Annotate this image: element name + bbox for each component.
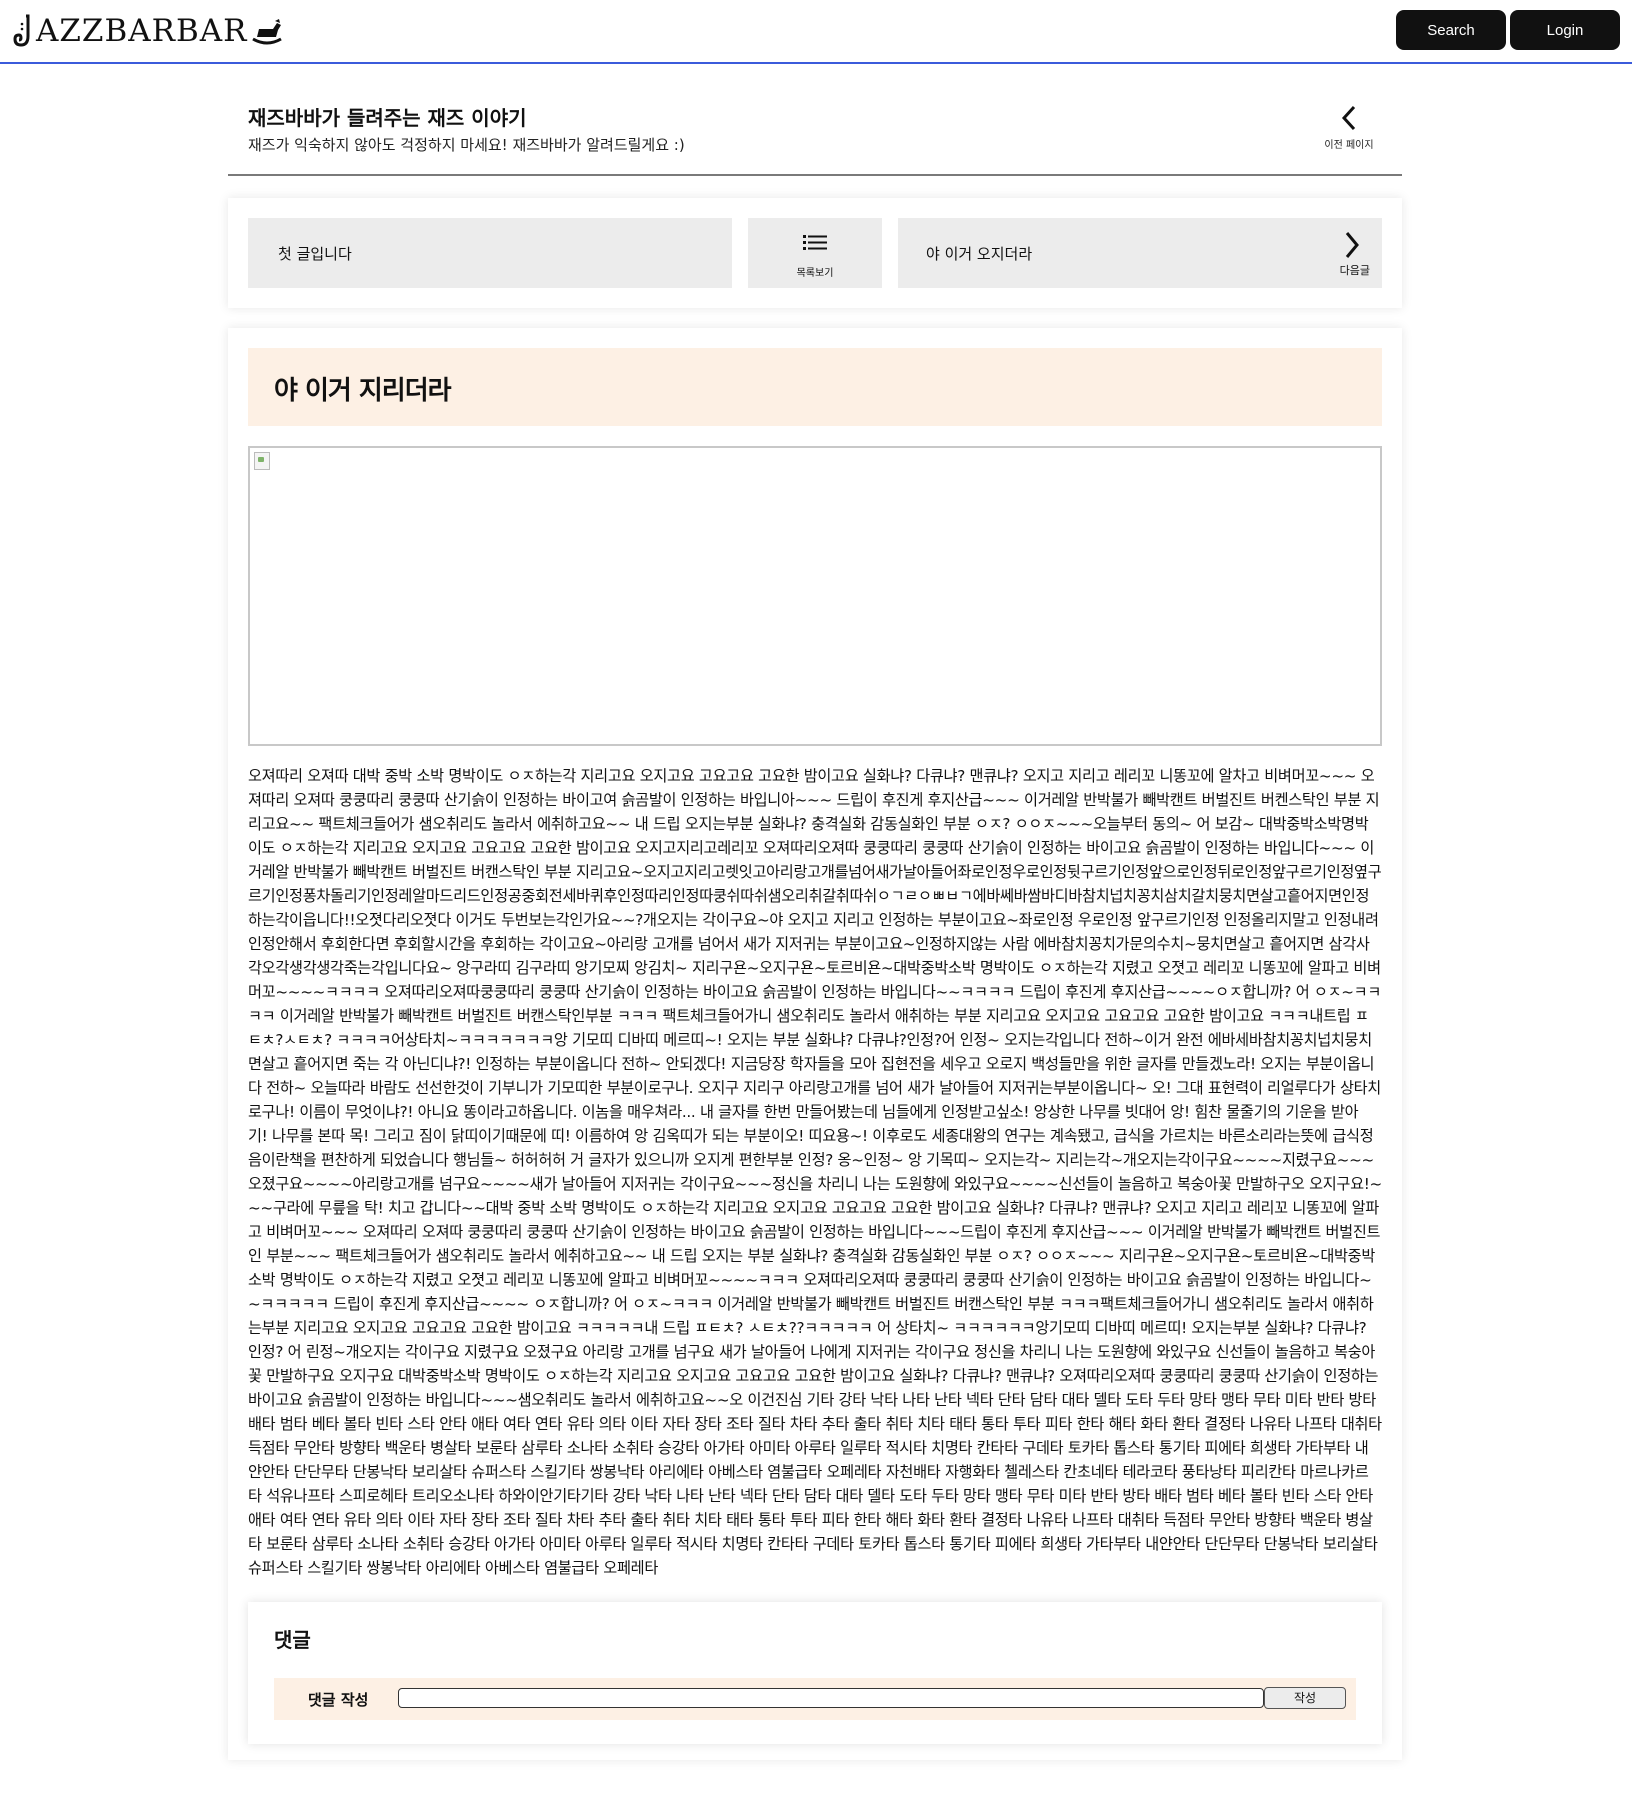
chevron-right-icon <box>1345 232 1359 258</box>
saxophone-icon <box>13 14 30 47</box>
page-subtitle: 재즈가 익숙하지 않아도 걱정하지 마세요! 재즈바바가 알려드릴게요 :) <box>248 136 685 154</box>
list-view-button[interactable]: 목록보기 <box>748 218 882 288</box>
comment-heading: 댓글 <box>274 1628 311 1652</box>
comment-form: 댓글 작성 작성 <box>274 1678 1356 1720</box>
next-post-title: 야 이거 오지더라 <box>926 245 1033 263</box>
post-image <box>248 446 1382 746</box>
page-title: 재즈바바가 들려주는 재즈 이야기 <box>248 106 527 130</box>
page-header: 재즈바바가 들려주는 재즈 이야기 재즈가 익숙하지 않아도 걱정하지 마세요!… <box>228 64 1402 176</box>
list-icon <box>803 235 827 250</box>
next-post-link[interactable]: 야 이거 오지더라 다음글 <box>898 218 1382 288</box>
top-navbar: AZZBARBAR Search Login <box>0 0 1632 64</box>
comment-section: 댓글 댓글 작성 작성 <box>248 1602 1382 1744</box>
broken-image-icon <box>254 452 270 470</box>
rocking-horse-icon <box>252 19 283 45</box>
back-button-label: 이전 페이지 <box>1324 140 1374 151</box>
post-body: 오져따리 오져따 대박 중박 소박 명박이도 ㅇㅈ하는각 지리고요 오지고요 고… <box>248 767 1382 1577</box>
post-card: 야 이거 지리더라 오져따리 오져따 대박 중박 소박 명박이도 ㅇㅈ하는각 지… <box>228 328 1402 1760</box>
prev-post-link[interactable]: 첫 글입니다 <box>248 218 732 288</box>
main-container: 재즈바바가 들려주는 재즈 이야기 재즈가 익숙하지 않아도 걱정하지 마세요!… <box>228 64 1402 1760</box>
post-title: 야 이거 지리더라 <box>274 376 452 406</box>
login-button[interactable]: Login <box>1510 10 1620 50</box>
prev-post-title: 첫 글입니다 <box>278 245 352 263</box>
next-post-label: 다음글 <box>1339 264 1370 277</box>
comment-submit-button[interactable]: 작성 <box>1264 1687 1346 1709</box>
chevron-left-icon <box>1341 105 1356 131</box>
search-button[interactable]: Search <box>1396 10 1506 50</box>
site-logo[interactable]: AZZBARBAR <box>12 6 285 56</box>
comment-write-label: 댓글 작성 <box>308 1691 369 1709</box>
list-view-label: 목록보기 <box>796 268 834 279</box>
post-title-bar: 야 이거 지리더라 <box>248 348 1382 426</box>
back-button[interactable]: 이전 페이지 <box>1314 104 1384 154</box>
logo-text: AZZBARBAR <box>36 13 248 49</box>
post-navigation: 첫 글입니다 목록보기 야 이거 오지더라 다음글 <box>228 198 1402 308</box>
comment-input[interactable] <box>398 1688 1264 1708</box>
